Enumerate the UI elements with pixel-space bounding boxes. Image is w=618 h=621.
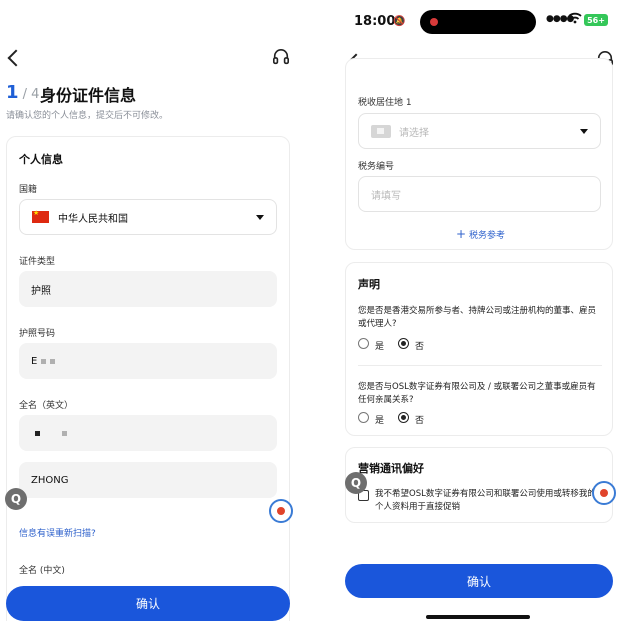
marketing-card: 营销通讯偏好 我不希望OSL数字证券有限公司和联署公司使用或转移我的个人资料用于…: [345, 447, 613, 523]
passport-label: 护照号码: [19, 329, 56, 339]
tax-number-input[interactable]: 请填写: [358, 176, 601, 212]
battery-indicator: 56+: [584, 14, 608, 26]
tax-residence-select[interactable]: 请选择: [358, 113, 601, 149]
dynamic-island: [420, 10, 536, 34]
confirm-button[interactable]: 确认: [345, 564, 613, 598]
q2-yes-radio[interactable]: [358, 412, 369, 423]
status-time: 18:00: [354, 14, 396, 29]
passport-number-field[interactable]: E: [19, 343, 277, 379]
tax-reference-link[interactable]: + 税务参考: [456, 227, 505, 241]
redacted-mark: [50, 358, 56, 364]
section-title: 个人信息: [19, 153, 63, 166]
bell-off-icon: 🔕: [393, 16, 406, 27]
step-total: / 4: [22, 87, 40, 102]
given-name-field[interactable]: [19, 415, 277, 451]
surname-value: ZHONG: [31, 474, 69, 486]
tax-residence-placeholder: 请选择: [399, 127, 429, 139]
doc-type-label: 证件类型: [19, 257, 56, 267]
flag-placeholder-icon: [371, 124, 391, 138]
passport-value: E: [31, 355, 38, 367]
page-subtitle: 请确认您的个人信息，提交后不可修改。: [6, 111, 169, 121]
redacted-mark: [41, 358, 47, 364]
headset-icon[interactable]: [272, 48, 290, 66]
tax-number-label: 税务编号: [358, 162, 395, 172]
q2-no-label: 否: [415, 416, 425, 426]
personal-info-card: 个人信息 国籍 中华人民共和国 证件类型 护照 护照号码 E 全名（英文） ZH…: [6, 136, 290, 621]
assistant-bot-icon[interactable]: [269, 499, 293, 523]
chevron-down-icon: [580, 129, 588, 134]
redacted-mark: [62, 430, 67, 436]
step-indicator: 1 / 4: [6, 82, 39, 103]
recording-dot-icon: [430, 18, 438, 26]
fullname-cn-label: 全名 (中文): [19, 566, 65, 576]
marketing-opt-out-text: 我不希望OSL数字证券有限公司和联署公司使用或转移我的个人资料用于直接促销: [375, 489, 596, 512]
question-1: 您是否是香港交易所参与者、持牌公司或注册机构的董事、雇员或代理人?: [358, 306, 597, 329]
home-indicator: [426, 615, 530, 619]
q1-yes-label: 是: [375, 342, 385, 352]
tax-residence-label: 税收居住地 1: [358, 98, 412, 108]
tax-reference-label: 税务参考: [468, 231, 505, 241]
declaration-card: 声明 您是否是香港交易所参与者、持牌公司或注册机构的董事、雇员或代理人? 是 否…: [345, 262, 613, 436]
confirm-button[interactable]: 确认: [6, 586, 290, 621]
tax-number-placeholder: 请填写: [371, 190, 401, 202]
nationality-label: 国籍: [19, 185, 38, 195]
q1-yes-radio[interactable]: [358, 338, 369, 349]
nationality-value: 中华人民共和国: [58, 213, 128, 225]
surname-field[interactable]: ZHONG: [19, 462, 277, 498]
step-current: 1: [6, 82, 19, 103]
nationality-select[interactable]: 中华人民共和国: [19, 199, 277, 235]
back-arrow-icon[interactable]: [7, 49, 25, 67]
china-flag-icon: [32, 209, 49, 223]
wifi-icon: [568, 12, 582, 24]
declaration-title: 声明: [358, 278, 380, 291]
redacted-mark: [35, 430, 40, 436]
divider: [358, 365, 602, 366]
q2-yes-label: 是: [375, 416, 385, 426]
left-screen: 1 / 4 身份证件信息 请确认您的个人信息，提交后不可修改。 个人信息 国籍 …: [0, 0, 300, 621]
tax-info-card: 税收居住地 1 请选择 税务编号 请填写 + 税务参考: [345, 58, 613, 250]
rescan-link[interactable]: 信息有误重新扫描?: [19, 526, 96, 539]
chevron-down-icon: [256, 215, 264, 220]
q2-no-radio[interactable]: [398, 412, 409, 423]
q-float-button[interactable]: Q: [345, 472, 367, 494]
doc-type-value: 护照: [31, 285, 51, 297]
fullname-en-label: 全名（英文）: [19, 401, 74, 411]
plus-icon: +: [456, 227, 467, 241]
right-screen: 18:00 🔕 ●●●● 56+ 税收居住地 1 请选择 税务编号 请填写 + …: [334, 0, 618, 621]
q-float-button[interactable]: Q: [5, 488, 27, 510]
assistant-bot-icon[interactable]: [592, 481, 616, 505]
doc-type-field[interactable]: 护照: [19, 271, 277, 307]
q1-no-radio[interactable]: [398, 338, 409, 349]
marketing-title: 营销通讯偏好: [358, 462, 424, 475]
question-2: 您是否与OSL数字证券有限公司及 / 或联署公司之董事或雇员有任何亲属关系?: [358, 382, 596, 405]
page-title: 身份证件信息: [40, 86, 137, 105]
q1-no-label: 否: [415, 342, 425, 352]
